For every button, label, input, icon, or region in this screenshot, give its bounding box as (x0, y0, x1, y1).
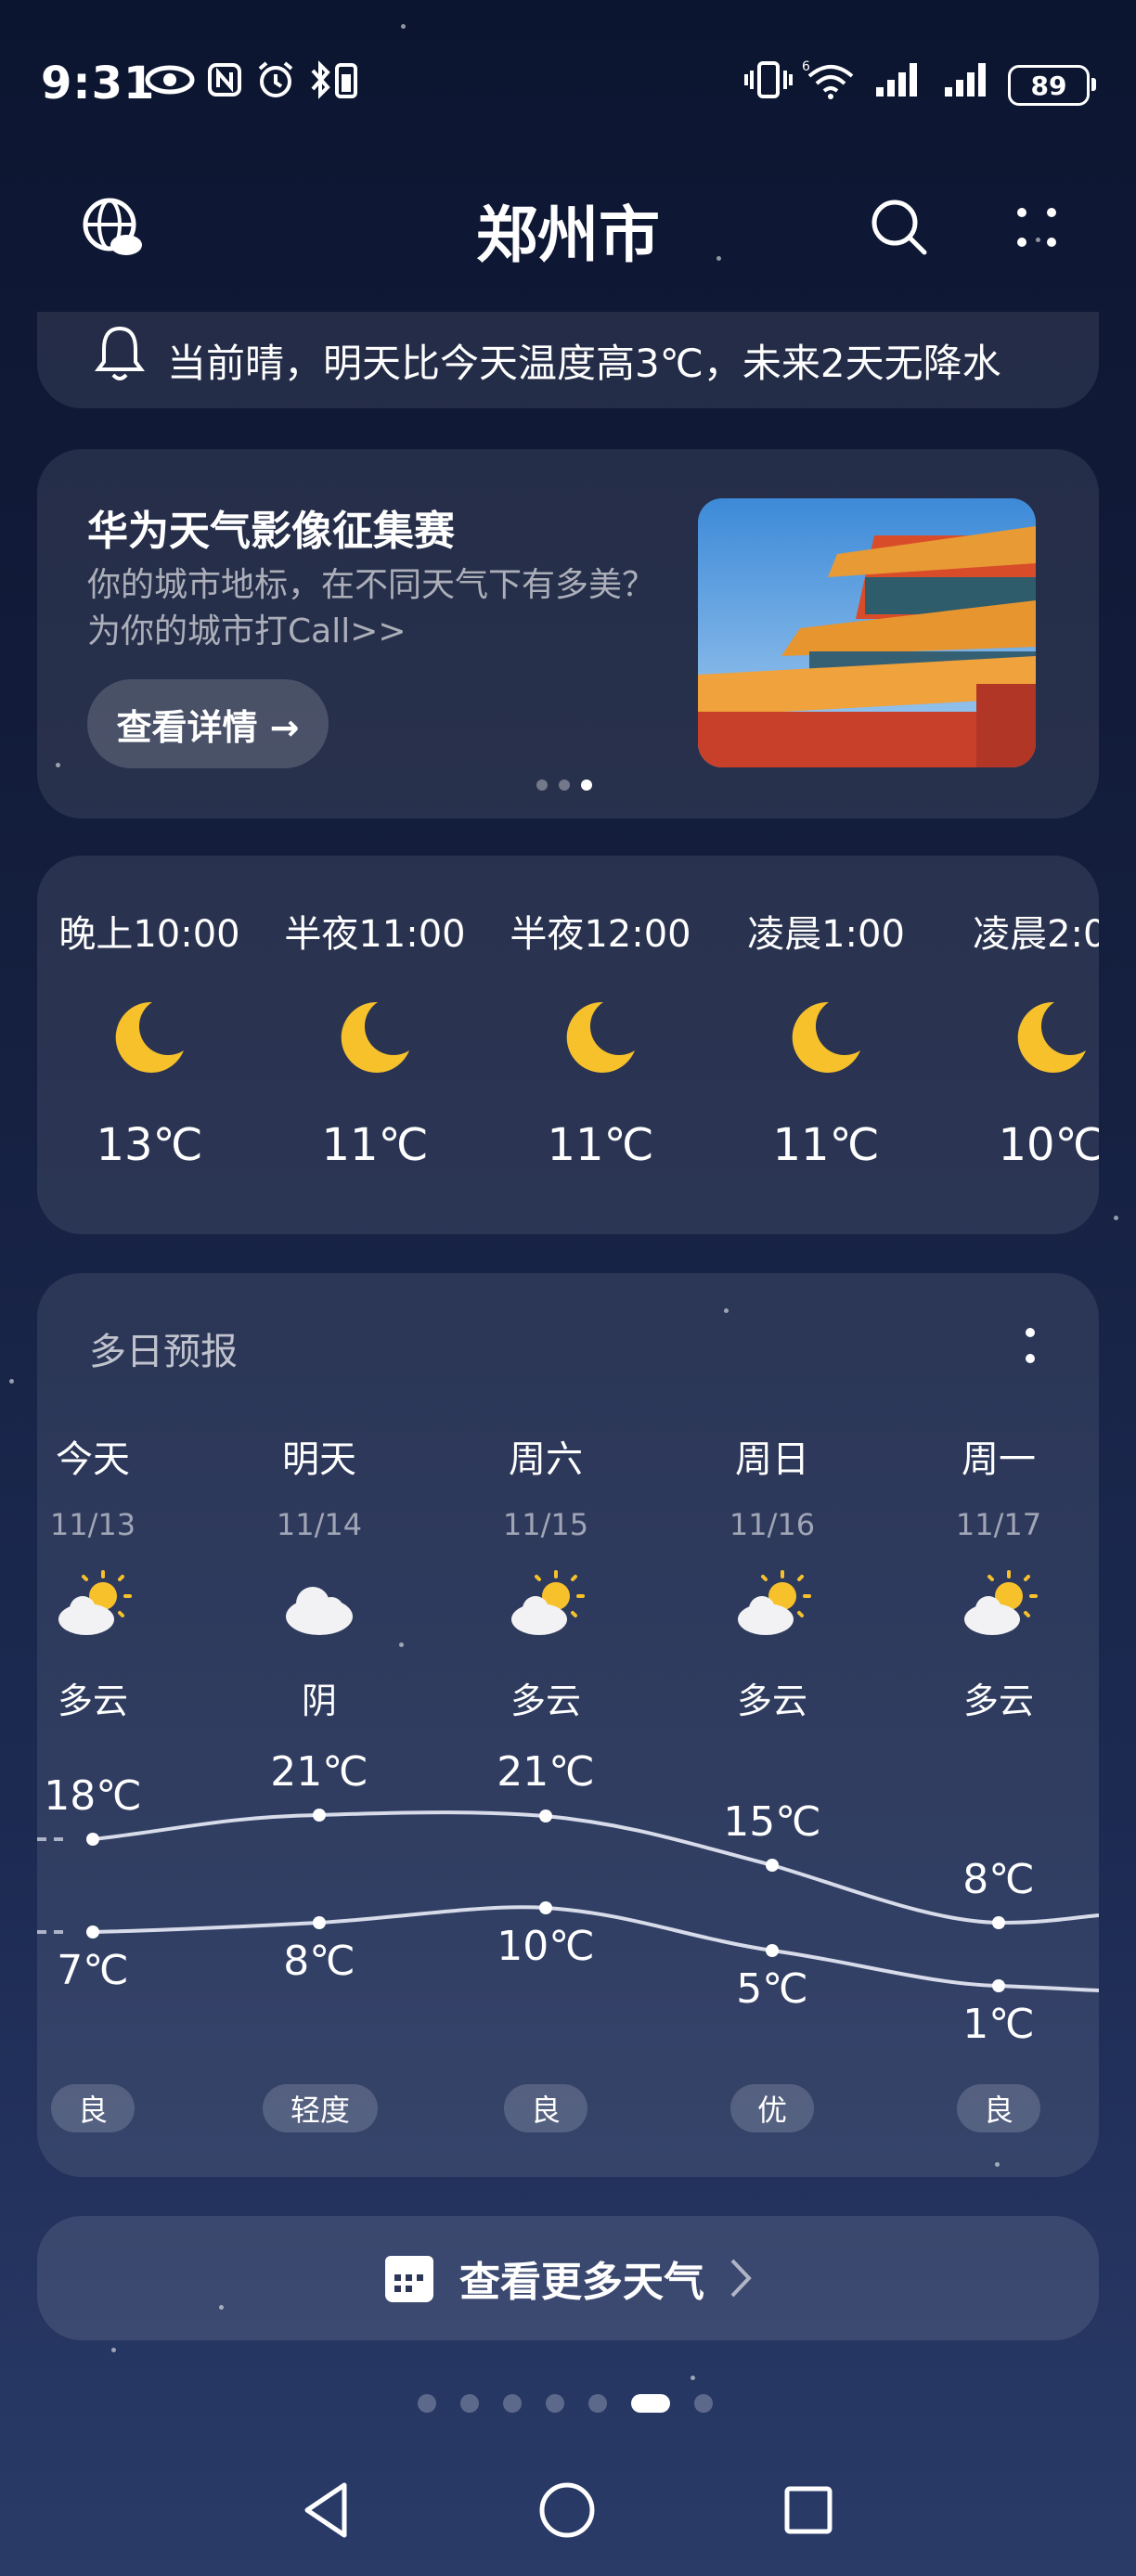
promo-title: 华为天气影像征集赛 (87, 508, 455, 555)
low-temp-label: 10℃ (497, 1923, 595, 1970)
pager-dot (536, 779, 548, 791)
status-time: 9:31 (41, 58, 156, 109)
pager-dot (559, 779, 570, 791)
city-title: 郑州市 (476, 200, 660, 271)
hourly-temp: 11℃ (321, 1119, 429, 1171)
vibrate-icon (742, 59, 794, 100)
hourly-item: 半夜11:00 11℃ (264, 904, 486, 1171)
page-dot (546, 2394, 564, 2413)
more-menu-button[interactable] (995, 186, 1078, 269)
high-temp-point (539, 1810, 552, 1823)
search-button[interactable] (858, 186, 941, 269)
wifi-6-icon: 6 (802, 59, 859, 100)
hourly-temp: 13℃ (96, 1119, 203, 1171)
more-weather-label: 查看更多天气 (459, 2259, 704, 2306)
low-temp-point (313, 1916, 326, 1929)
chevron-right-icon (730, 2259, 752, 2298)
hourly-time: 凌晨1:00 (747, 913, 905, 956)
home-circle-icon (539, 2482, 595, 2538)
moon-icon (341, 1001, 409, 1073)
high-temp-point (992, 1916, 1005, 1929)
eye-icon (145, 59, 195, 100)
back-triangle-icon (304, 2482, 347, 2538)
high-temp-point (86, 1833, 99, 1846)
low-temp-point (766, 1944, 779, 1957)
promo-image[interactable] (698, 498, 1036, 767)
promo-card[interactable]: 华为天气影像征集赛 你的城市地标，在不同天气下有多美？为你的城市打Call>> … (37, 449, 1099, 818)
hourly-time: 半夜11:00 (284, 913, 466, 956)
search-icon (871, 200, 927, 255)
promo-pager (536, 779, 592, 791)
low-temp-label: 8℃ (283, 1938, 355, 1985)
view-details-button[interactable]: 查看详情 → (87, 679, 329, 768)
low-temp-label: 5℃ (736, 1965, 808, 2013)
high-temp-label: 18℃ (44, 1772, 142, 1820)
low-temp-label: 7℃ (57, 1947, 129, 1994)
low-temp-label: 1℃ (962, 2001, 1035, 2048)
air-quality-badge: 良 (957, 2084, 1040, 2132)
high-temp-point (313, 1809, 326, 1822)
star (691, 2376, 695, 2380)
svg-text:6: 6 (802, 59, 810, 74)
page-dot (503, 2394, 522, 2413)
calendar-icon (385, 2256, 433, 2302)
low-temp-point (992, 1979, 1005, 1992)
battery-indicator: 89 (1008, 65, 1096, 106)
air-quality-badge: 优 (730, 2084, 814, 2132)
hourly-temp: 10℃ (998, 1119, 1100, 1171)
page-dot-active (631, 2394, 670, 2413)
hourly-item: 凌晨2:00 10℃ (940, 904, 1099, 1171)
recents-square-icon (784, 2486, 833, 2534)
status-bar: 9:31 6 89 (0, 0, 1136, 176)
high-temp-label: 21℃ (270, 1748, 368, 1796)
star (9, 1379, 14, 1384)
nav-home-button[interactable] (525, 2468, 609, 2552)
battery-level: 89 (1030, 70, 1067, 101)
high-temp-label: 21℃ (497, 1748, 595, 1796)
signal-icon (874, 59, 924, 100)
more-weather-button[interactable]: 查看更多天气 (37, 2216, 1099, 2340)
moon-icon (566, 1001, 635, 1073)
daily-forecast-card[interactable]: 多日预报 今天 11/13 多云 明天 11/14 阴 周六 11/15 多云 … (37, 1273, 1099, 2177)
bluetooth-icon (306, 59, 362, 100)
page-dot (460, 2394, 479, 2413)
promo-description: 你的城市地标，在不同天气下有多美？为你的城市打Call>> (87, 566, 656, 650)
hourly-time: 半夜12:00 (510, 913, 691, 956)
air-quality-badge: 良 (51, 2084, 135, 2132)
nfc-icon (206, 59, 243, 100)
high-temp-point (766, 1859, 779, 1872)
alert-text: 当前晴，明天比今天温度高3℃，未来2天无降水 (167, 341, 1001, 386)
city-page-indicator (418, 2394, 713, 2413)
signal-icon (943, 59, 993, 100)
hourly-temp: 11℃ (772, 1119, 880, 1171)
bell-icon (95, 326, 145, 380)
hourly-forecast-card[interactable]: 晚上10:00 13℃ 半夜11:00 11℃ 半夜12:00 11℃ 凌晨1:… (37, 856, 1099, 1234)
nav-back-button[interactable] (284, 2468, 368, 2552)
page-dot (418, 2394, 436, 2413)
hourly-time: 晚上10:00 (58, 913, 240, 956)
low-temp-point (86, 1926, 99, 1938)
star (111, 2348, 116, 2352)
pager-dot-active (581, 779, 592, 791)
star (1114, 1216, 1118, 1220)
moon-icon (115, 1001, 184, 1073)
page-dot (694, 2394, 713, 2413)
alarm-icon (254, 59, 297, 100)
air-quality-badge: 轻度 (263, 2084, 378, 2132)
more-icon (1017, 208, 1056, 247)
moon-icon (792, 1001, 860, 1073)
nav-recents-button[interactable] (767, 2468, 850, 2552)
hourly-item: 半夜12:00 11℃ (489, 904, 712, 1171)
high-temp-label: 15℃ (723, 1798, 821, 1846)
high-temp-label: 8℃ (962, 1856, 1035, 1903)
weather-alert-card[interactable]: 当前晴，明天比今天温度高3℃，未来2天无降水 (37, 312, 1099, 408)
low-temp-point (539, 1901, 552, 1914)
moon-icon (1017, 1001, 1086, 1073)
hourly-temp: 11℃ (547, 1119, 654, 1171)
hourly-item: 凌晨1:00 11℃ (715, 904, 937, 1171)
page-dot (588, 2394, 607, 2413)
hourly-time: 凌晨2:00 (973, 913, 1099, 956)
hourly-item: 晚上10:00 13℃ (38, 904, 261, 1171)
air-quality-badge: 良 (504, 2084, 587, 2132)
